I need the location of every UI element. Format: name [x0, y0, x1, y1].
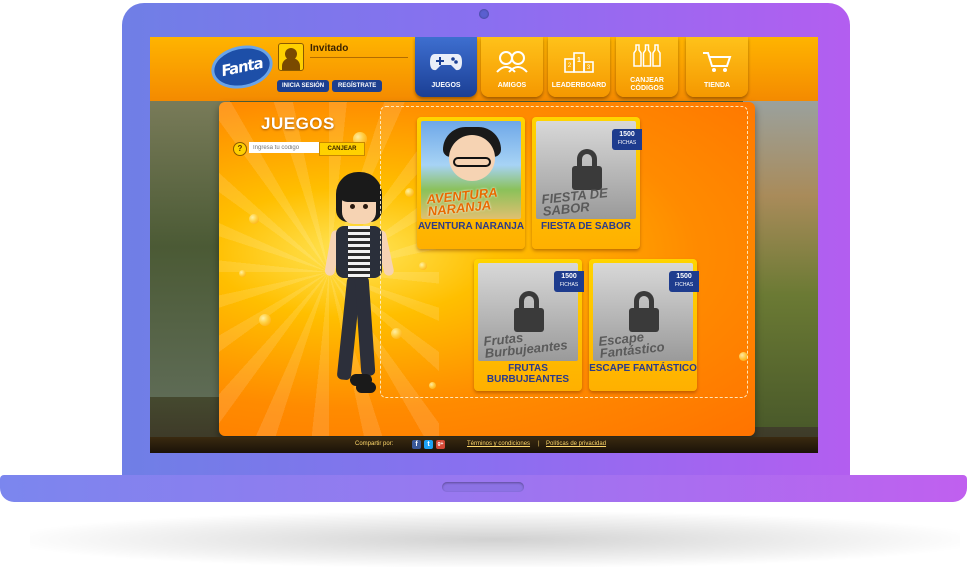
help-icon[interactable]: ? — [233, 142, 247, 156]
cost-value: 1500 — [619, 131, 635, 138]
cost-unit: FICHAS — [559, 282, 579, 288]
character-leg — [354, 275, 376, 377]
privacy-link[interactable]: Políticas de privacidad — [546, 441, 606, 447]
game-card-fiesta-de-sabor[interactable]: FIESTA DE SABOR 1500 FICHAS FIESTA DE SA… — [532, 117, 642, 249]
tab-label: CANJEAR CÓDIGOS — [630, 77, 664, 92]
glasses-icon — [453, 157, 491, 167]
game-title: FRUTAS BURBUJEANTES — [486, 363, 570, 385]
tab-label: AMIGOS — [497, 82, 527, 89]
games-grid: AVENTURA NARANJA AVENTURA NARANJA FIESTA… — [380, 106, 748, 398]
register-button[interactable]: REGÍSTRATE — [332, 80, 383, 92]
cart-icon — [686, 49, 748, 73]
bubble — [249, 214, 259, 224]
tab-label: JUEGOS — [431, 82, 461, 89]
tab-leaderboard[interactable]: 12 3 LEADERBOARD — [548, 37, 610, 97]
tab-canjear-codigos[interactable]: CANJEAR CÓDIGOS — [616, 37, 678, 97]
character-eye — [350, 204, 355, 209]
cost-badge: 1500 FICHAS — [669, 271, 699, 292]
bottles-icon — [616, 43, 678, 67]
fanta-logo[interactable]: Fanta — [210, 43, 274, 91]
character-fringe — [338, 180, 378, 202]
bubble — [239, 270, 246, 277]
logo-text: Fanta — [219, 53, 265, 81]
game-logo: Frutas Burbujeantes — [482, 329, 569, 361]
cost-unit: FICHAS — [617, 140, 637, 146]
tab-tienda[interactable]: TIENDA — [686, 37, 748, 97]
user-divider — [310, 57, 408, 58]
character-eye — [363, 204, 368, 209]
webcam — [479, 9, 489, 19]
avatar-body — [282, 58, 300, 70]
footer: Compartir por: f t g+ Términos y condici… — [150, 437, 818, 453]
code-input[interactable] — [249, 142, 321, 153]
bubble — [259, 314, 271, 326]
svg-text:3: 3 — [587, 65, 591, 71]
game-title: AVENTURA NARANJA — [417, 221, 525, 232]
game-card-frutas-burbujeantes[interactable]: Frutas Burbujeantes 1500 FICHAS FRUTAS B… — [474, 259, 584, 391]
top-bar: Fanta Invitado INICIA SESIÓN REGÍSTRATE … — [150, 37, 818, 101]
game-logo: AVENTURA NARANJA — [425, 184, 498, 219]
cost-badge: 1500 FICHAS — [554, 271, 584, 292]
laptop-trackpad-notch — [442, 482, 524, 492]
game-card-aventura-naranja[interactable]: AVENTURA NARANJA AVENTURA NARANJA — [417, 117, 525, 249]
game-title: FIESTA DE SABOR — [540, 221, 631, 232]
google-plus-icon[interactable]: g+ — [436, 440, 445, 449]
terms-link[interactable]: Términos y condiciones — [467, 441, 530, 447]
game-title: ESCAPE FANTÁSTICO — [589, 363, 697, 374]
podium-icon: 12 3 — [548, 49, 610, 73]
twitter-icon[interactable]: t — [424, 440, 433, 449]
friends-icon — [481, 49, 543, 73]
gamepad-icon — [415, 49, 477, 73]
background-scenery-left — [150, 97, 230, 397]
cost-badge: 1500 FICHAS — [612, 129, 642, 150]
tab-label: TIENDA — [703, 82, 731, 89]
laptop-shadow — [30, 512, 960, 567]
cost-value: 1500 — [561, 273, 577, 280]
character-vest — [336, 226, 382, 278]
user-name: Invitado — [310, 43, 349, 54]
game-card-escape-fantastico[interactable]: Escape Fantástico 1500 FICHAS ESCAPE FAN… — [589, 259, 699, 391]
cost-unit: FICHAS — [674, 282, 694, 288]
redeem-button[interactable]: CANJEAR — [319, 142, 365, 156]
share-label: Compartir por: — [355, 441, 394, 447]
game-thumbnail: AVENTURA NARANJA — [421, 121, 521, 219]
page-title: JUEGOS — [261, 114, 335, 133]
footer-separator: | — [538, 441, 540, 447]
login-button[interactable]: INICIA SESIÓN — [277, 80, 330, 92]
tab-juegos[interactable]: JUEGOS — [415, 37, 477, 97]
laptop-screen: Fanta Invitado INICIA SESIÓN REGÍSTRATE … — [150, 37, 818, 453]
game-logo: FIESTA DE SABOR — [540, 185, 609, 219]
lock-icon — [514, 291, 544, 333]
tab-label: LEADERBOARD — [551, 82, 607, 89]
game-logo: Escape Fantástico — [597, 329, 666, 361]
svg-text:2: 2 — [568, 63, 572, 69]
svg-text:1: 1 — [577, 57, 581, 64]
character-shoe — [356, 382, 376, 393]
lock-icon — [629, 291, 659, 333]
games-panel: JUEGOS ? CANJEAR AVE — [219, 102, 755, 436]
avatar[interactable] — [278, 43, 304, 71]
facebook-icon[interactable]: f — [412, 440, 421, 449]
tab-amigos[interactable]: AMIGOS — [481, 37, 543, 97]
cost-value: 1500 — [676, 273, 692, 280]
lock-icon — [572, 149, 602, 191]
